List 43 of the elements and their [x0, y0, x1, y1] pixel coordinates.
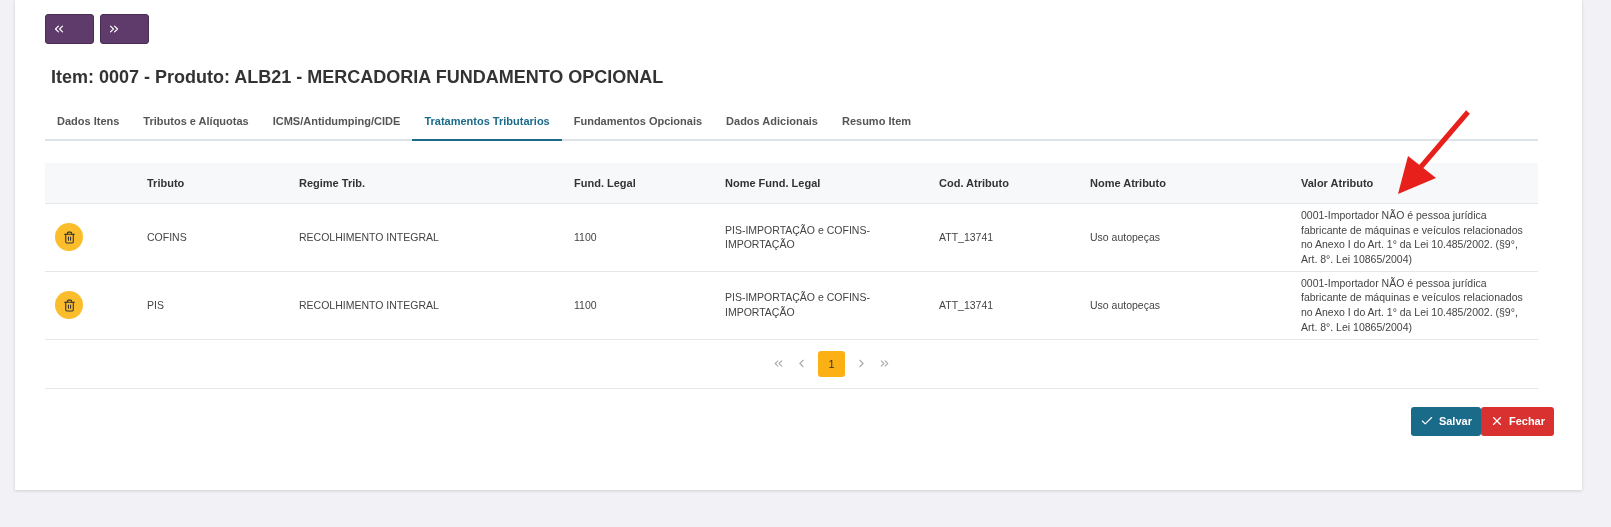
- trash-icon: [62, 230, 76, 244]
- forward-icon: [107, 22, 121, 36]
- table-cell: 1100: [574, 231, 597, 244]
- table-cell: RECOLHIMENTO INTEGRAL: [299, 231, 439, 244]
- table-cell: ATT_13741: [939, 231, 994, 244]
- delete-button[interactable]: [55, 223, 83, 252]
- column-header: Cod. Atributo: [935, 163, 1086, 204]
- column-header: Nome Atributo: [1086, 163, 1297, 204]
- column-header: Nome Fund. Legal: [721, 163, 935, 204]
- tab[interactable]: Dados Itens: [45, 106, 132, 141]
- tab[interactable]: Resumo Item: [829, 106, 924, 141]
- table-cell: PIS: [147, 298, 164, 311]
- tab[interactable]: Fundamentos Opcionais: [561, 106, 715, 141]
- column-header: Tributo: [143, 163, 295, 204]
- table-cell: 0001-Importador NÃO é pessoa jurídica fabricante de máquinas e veículos relacionados no Anexo I do Art. 1° da Lei 10.485/2002. (§9°, Art. 8°. Lei 10865/2004): [1301, 209, 1523, 266]
- tab[interactable]: Dados Adicionais: [714, 106, 830, 141]
- close-button[interactable]: Fechar: [1480, 406, 1554, 436]
- save-button[interactable]: Salvar: [1410, 406, 1481, 436]
- column-header: Valor Atributo: [1297, 163, 1538, 204]
- double-chevron-right-icon: [878, 357, 891, 370]
- rewind-button[interactable]: [45, 14, 94, 44]
- table-cell: Uso autopeças: [1090, 298, 1161, 311]
- table-cell: Uso autopeças: [1090, 231, 1161, 244]
- tab[interactable]: Tributos e Alíquotas: [131, 106, 261, 141]
- table-cell: PIS-IMPORTAÇÃO e COFINS-IMPORTAÇÃO: [725, 291, 870, 319]
- rewind-icon: [52, 22, 66, 36]
- trash-icon: [62, 298, 76, 312]
- tab[interactable]: ICMS/Antidumping/CIDE: [260, 106, 413, 141]
- delete-button[interactable]: [55, 291, 83, 320]
- table-cell: RECOLHIMENTO INTEGRAL: [299, 298, 439, 311]
- column-header: Fund. Legal: [570, 163, 721, 204]
- table-cell: ATT_13741: [939, 298, 994, 311]
- table-cell: PIS-IMPORTAÇÃO e COFINS-IMPORTAÇÃO: [725, 223, 870, 251]
- page-title: Item: 0007 - Produto: ALB21 - MERCADORIA FUNDAMENTO OPCIONAL: [51, 67, 665, 88]
- double-chevron-left-icon: [772, 357, 785, 370]
- table-cell: COFINS: [147, 231, 187, 244]
- column-header: Regime Trib.: [295, 163, 570, 204]
- tab[interactable]: Tratamentos Tributarios: [412, 106, 562, 141]
- page-button[interactable]: 1: [818, 350, 845, 377]
- forward-button[interactable]: [100, 14, 149, 44]
- table-cell: 1100: [574, 298, 597, 311]
- table-cell: 0001-Importador NÃO é pessoa jurídica fabricante de máquinas e veículos relacionados no Anexo I do Art. 1° da Lei 10.485/2002. (§9°, Art. 8°. Lei 10865/2004): [1301, 276, 1523, 333]
- check-icon: [1419, 414, 1434, 428]
